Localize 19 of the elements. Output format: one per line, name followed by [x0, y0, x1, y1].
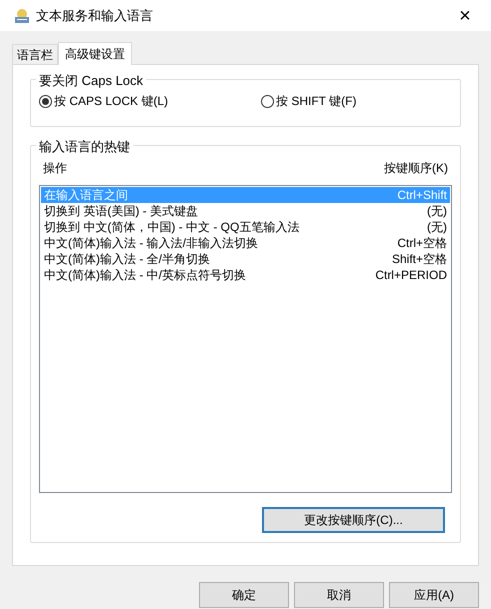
- column-header: 按键顺序(K): [384, 160, 448, 177]
- dialog-button[interactable]: 取消: [294, 582, 384, 608]
- tab[interactable]: 语言栏: [12, 44, 58, 64]
- hotkey-row[interactable]: 切换到 英语(美国) - 美式键盘 (无): [41, 203, 450, 219]
- dialog-button[interactable]: 应用(A): [389, 582, 479, 608]
- radio-option[interactable]: 按 SHIFT 键(F): [261, 92, 356, 110]
- dialog-button[interactable]: 确定: [199, 582, 289, 608]
- close-button[interactable]: ×: [453, 4, 477, 28]
- group-title: 要关闭 Caps Lock: [36, 71, 146, 90]
- tab[interactable]: 高级键设置: [58, 42, 132, 65]
- column-header: 操作: [43, 160, 67, 177]
- group-title: 输入语言的热键: [36, 137, 133, 156]
- radio-option[interactable]: 按 CAPS LOCK 键(L): [39, 92, 261, 110]
- hotkey-row[interactable]: 中文(简体)输入法 - 全/半角切换 Shift+空格: [41, 251, 450, 267]
- hotkey-row[interactable]: 切换到 中文(简体，中国) - 中文 - QQ五笔输入法 (无): [41, 219, 450, 235]
- window-title: 文本服务和输入语言: [36, 6, 153, 25]
- hotkey-row[interactable]: 中文(简体)输入法 - 中/英标点符号切换 Ctrl+PERIOD: [41, 267, 450, 283]
- change-key-sequence-button[interactable]: 更改按键顺序(C)...: [262, 507, 445, 533]
- hotkey-row[interactable]: 中文(简体)输入法 - 输入法/非输入法切换 Ctrl+空格: [41, 235, 450, 251]
